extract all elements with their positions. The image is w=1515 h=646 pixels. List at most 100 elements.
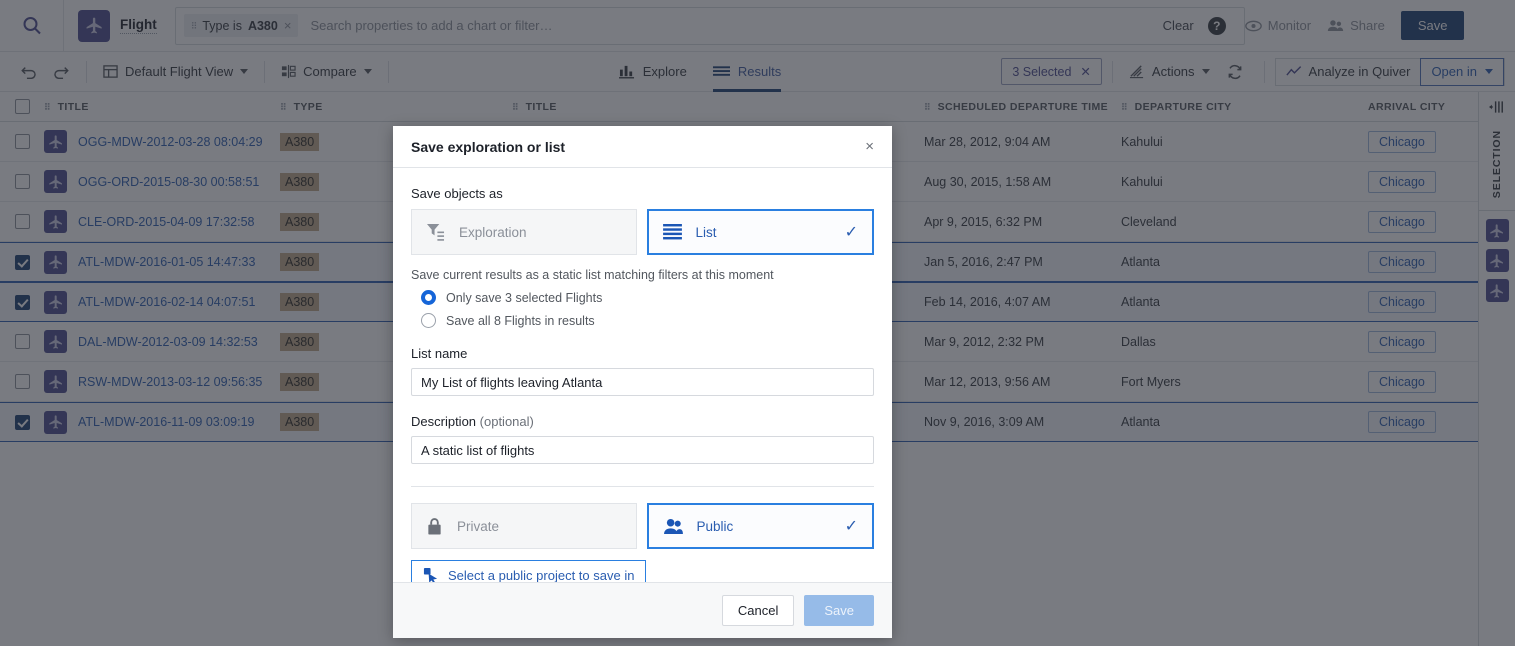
radio-all-results[interactable]: Save all 8 Flights in results	[411, 313, 874, 328]
redo-button[interactable]	[45, 64, 76, 79]
clear-filters-button[interactable]: Clear	[1163, 18, 1194, 33]
row-arrival-city-cell[interactable]: Chicago	[1368, 170, 1478, 193]
row-title-cell[interactable]: OGG-MDW-2012-03-28 08:04:29	[44, 130, 280, 153]
row-arrival-city-cell[interactable]: Chicago	[1368, 210, 1478, 233]
filter-search-placeholder[interactable]: Search properties to add a chart or filt…	[310, 18, 552, 33]
dialog-save-button[interactable]: Save	[804, 595, 874, 626]
option-private[interactable]: Private	[411, 503, 637, 549]
tab-results[interactable]: Results	[712, 52, 781, 92]
row-arrival-city-chip[interactable]: Chicago	[1368, 330, 1436, 353]
row-arrival-city-chip[interactable]: Chicago	[1368, 210, 1436, 233]
app-icon-badge[interactable]	[78, 9, 110, 42]
dialog-body[interactable]: Save objects as Exploration List ✓ Save …	[393, 168, 892, 582]
row-title-cell[interactable]: ATL-MDW-2016-02-14 04:07:51	[44, 290, 280, 314]
description-input[interactable]	[411, 436, 874, 464]
row-title-cell[interactable]: ATL-MDW-2016-11-09 03:09:19	[44, 410, 280, 434]
rail-selection-item[interactable]	[1485, 249, 1509, 273]
col-grip-icon-3[interactable]: ⠿	[512, 102, 519, 111]
default-view-dropdown[interactable]: Default Flight View	[97, 64, 254, 79]
option-list[interactable]: List ✓	[646, 209, 874, 255]
row-arrival-city-cell[interactable]: Chicago	[1368, 291, 1478, 313]
clear-selection-icon[interactable]: ✕	[1080, 64, 1090, 79]
row-title-link[interactable]: ATL-MDW-2016-02-14 04:07:51	[78, 295, 255, 309]
header-select-all[interactable]	[0, 92, 44, 122]
radio-only-selected[interactable]: Only save 3 selected Flights	[411, 290, 874, 305]
header-col-title-1[interactable]: ⠿ TITLE	[44, 92, 280, 122]
row-title-cell[interactable]: ATL-MDW-2016-01-05 14:47:33	[44, 250, 280, 274]
select-project-button[interactable]: Select a public project to save in	[411, 560, 647, 582]
actions-dropdown[interactable]: Actions	[1123, 64, 1216, 79]
open-in-dropdown[interactable]: Open in	[1420, 57, 1504, 86]
app-name-label[interactable]: Flight	[120, 17, 157, 34]
selection-count-pill[interactable]: 3 Selected ✕	[1001, 58, 1102, 85]
filter-search-bar[interactable]: ⠿ Type is A380 × Search properties to ad…	[174, 6, 1245, 45]
row-checkbox-cell[interactable]	[0, 134, 44, 149]
cancel-button[interactable]: Cancel	[721, 595, 795, 626]
row-title-cell[interactable]: DAL-MDW-2012-03-09 14:32:53	[44, 330, 280, 353]
row-checkbox[interactable]	[15, 174, 30, 189]
col-grip-icon-1[interactable]: ⠿	[44, 102, 51, 111]
row-checkbox[interactable]	[15, 214, 30, 229]
row-title-link[interactable]: DAL-MDW-2012-03-09 14:32:53	[78, 335, 258, 349]
save-button[interactable]: Save	[1400, 11, 1465, 40]
row-checkbox-cell[interactable]	[0, 414, 44, 430]
filter-chip-remove-icon[interactable]: ×	[284, 18, 292, 33]
collapse-rail-button[interactable]	[1479, 92, 1515, 122]
filter-chip-type[interactable]: ⠿ Type is A380 ×	[183, 14, 299, 37]
analyze-in-quiver-button[interactable]: Analyze in Quiver	[1276, 64, 1421, 79]
row-title-link[interactable]: OGG-MDW-2012-03-28 08:04:29	[78, 135, 263, 149]
tab-explore[interactable]: Explore	[618, 52, 687, 92]
close-icon[interactable]: ×	[865, 138, 874, 155]
row-arrival-city-cell[interactable]: Chicago	[1368, 330, 1478, 353]
row-title-link[interactable]: ATL-MDW-2016-01-05 14:47:33	[78, 255, 255, 269]
row-title-link[interactable]: OGG-ORD-2015-08-30 00:58:51	[78, 175, 259, 189]
col-grip-icon-4[interactable]: ⠿	[924, 102, 931, 111]
row-checkbox-cell[interactable]	[0, 294, 44, 310]
row-checkbox-cell[interactable]	[0, 254, 44, 270]
list-name-input[interactable]	[411, 368, 874, 396]
row-arrival-city-chip[interactable]: Chicago	[1368, 411, 1436, 433]
row-arrival-city-chip[interactable]: Chicago	[1368, 370, 1436, 393]
row-arrival-city-cell[interactable]: Chicago	[1368, 370, 1478, 393]
global-search-button[interactable]	[0, 0, 64, 52]
row-checkbox[interactable]	[15, 254, 30, 270]
row-arrival-city-chip[interactable]: Chicago	[1368, 291, 1436, 313]
row-arrival-city-cell[interactable]: Chicago	[1368, 130, 1478, 153]
refresh-button[interactable]	[1216, 64, 1254, 80]
undo-button[interactable]	[14, 64, 45, 79]
help-icon[interactable]: ?	[1207, 16, 1226, 35]
col-grip-icon-5[interactable]: ⠿	[1121, 102, 1128, 111]
col-grip-icon-2[interactable]: ⠿	[280, 102, 287, 111]
header-col-arrival-city[interactable]: ARRIVAL CITY	[1368, 92, 1478, 122]
header-col-type[interactable]: ⠿ TYPE	[280, 92, 512, 122]
select-all-checkbox[interactable]	[15, 99, 30, 114]
row-checkbox-cell[interactable]	[0, 374, 44, 389]
radio-only-selected-input[interactable]	[421, 290, 436, 305]
row-checkbox[interactable]	[15, 134, 30, 149]
row-title-cell[interactable]: CLE-ORD-2015-04-09 17:32:58	[44, 210, 280, 233]
row-title-cell[interactable]: OGG-ORD-2015-08-30 00:58:51	[44, 170, 280, 193]
row-checkbox-cell[interactable]	[0, 214, 44, 229]
row-title-cell[interactable]: RSW-MDW-2013-03-12 09:56:35	[44, 370, 280, 393]
row-checkbox[interactable]	[15, 414, 30, 430]
row-title-link[interactable]: ATL-MDW-2016-11-09 03:09:19	[78, 415, 254, 429]
row-checkbox-cell[interactable]	[0, 334, 44, 349]
header-col-title-2[interactable]: ⠿ TITLE	[512, 92, 924, 122]
row-title-link[interactable]: CLE-ORD-2015-04-09 17:32:58	[78, 215, 255, 229]
rail-selection-item[interactable]	[1485, 279, 1509, 303]
monitor-button[interactable]: Monitor	[1244, 18, 1311, 33]
header-col-departure-city[interactable]: ⠿ DEPARTURE CITY	[1121, 92, 1368, 122]
row-arrival-city-chip[interactable]: Chicago	[1368, 251, 1436, 273]
row-arrival-city-cell[interactable]: Chicago	[1368, 251, 1478, 273]
row-checkbox[interactable]	[15, 334, 30, 349]
row-checkbox-cell[interactable]	[0, 174, 44, 189]
row-arrival-city-chip[interactable]: Chicago	[1368, 170, 1436, 193]
option-public[interactable]: Public ✓	[646, 503, 874, 549]
header-col-departure-time[interactable]: ⠿ SCHEDULED DEPARTURE TIME	[924, 92, 1121, 122]
row-checkbox[interactable]	[15, 374, 30, 389]
radio-all-results-input[interactable]	[421, 313, 436, 328]
row-arrival-city-chip[interactable]: Chicago	[1368, 130, 1436, 153]
rail-selection-item[interactable]	[1485, 219, 1509, 243]
option-exploration[interactable]: Exploration	[411, 209, 637, 255]
compare-dropdown[interactable]: Compare	[275, 64, 377, 79]
